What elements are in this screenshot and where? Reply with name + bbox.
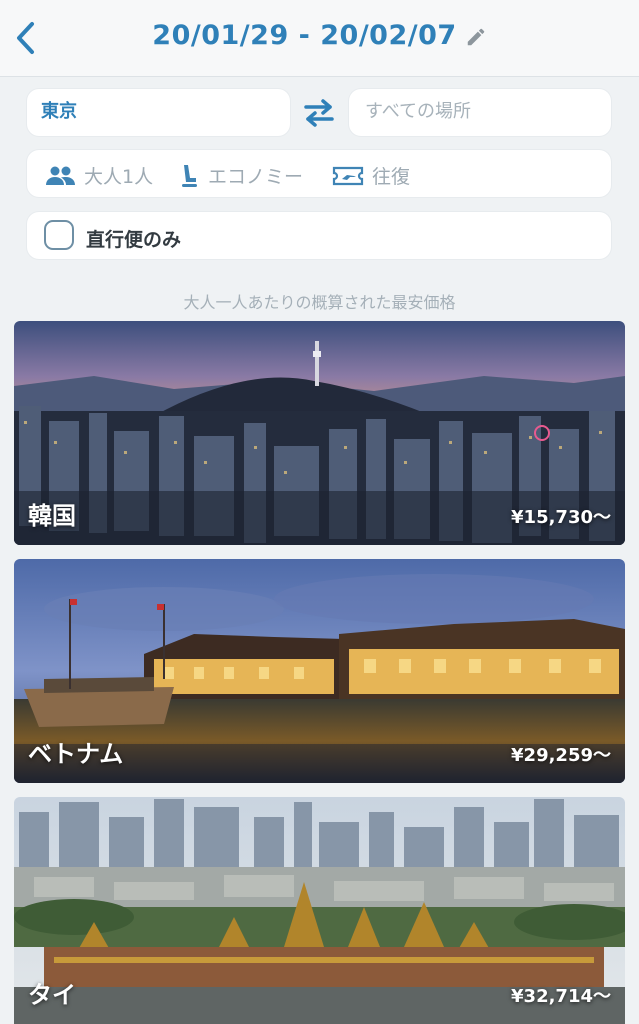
direct-only-checkbox[interactable] (44, 220, 74, 250)
destination-placeholder: すべての場所 (365, 101, 472, 122)
destination-name: 韓国 (28, 502, 76, 530)
destination-field[interactable]: すべての場所 (349, 89, 611, 136)
destination-price: ¥32,714〜 (511, 986, 611, 1007)
destination-name: ベトナム (28, 740, 124, 768)
passengers-selector[interactable]: 大人1人 (45, 162, 153, 189)
trip-type-selector[interactable]: 往復 (332, 162, 410, 189)
destination-price: ¥29,259〜 (511, 745, 611, 766)
destination-price: ¥15,730〜 (511, 507, 611, 528)
swap-arrows-icon (304, 99, 334, 127)
origin-value: 東京 (41, 101, 77, 122)
people-icon (46, 166, 75, 185)
options-bar: 大人1人 エコノミー 往復 (27, 150, 611, 197)
cabin-class-text: エコノミー (208, 166, 304, 188)
pencil-icon (467, 28, 484, 45)
destination-card-korea[interactable]: 韓国 ¥15,730〜 (14, 321, 625, 545)
header-bar: 20/01/29 - 20/02/07 (0, 0, 639, 77)
destination-card-vietnam[interactable]: ベトナム ¥29,259〜 (14, 559, 625, 783)
direct-only-label: 直行便のみ (86, 229, 182, 251)
cabin-class-selector[interactable]: エコノミー (178, 162, 303, 189)
ticket-icon (332, 166, 364, 185)
date-range-button[interactable]: 20/01/29 - 20/02/07 (0, 20, 639, 51)
trip-type-text: 往復 (372, 166, 411, 188)
price-caption: 大人一人あたりの概算された最安価格 (183, 293, 456, 312)
seat-icon (182, 164, 197, 187)
origin-field[interactable]: 東京 (27, 89, 290, 136)
destination-name: タイ (28, 981, 76, 1009)
destination-card-thailand[interactable]: タイ ¥32,714〜 (14, 797, 625, 1024)
swap-button[interactable] (303, 98, 335, 128)
direct-only-toggle[interactable]: 直行便のみ (27, 212, 611, 259)
date-range-text: 20/01/29 - 20/02/07 (152, 20, 457, 51)
passengers-text: 大人1人 (84, 166, 154, 188)
